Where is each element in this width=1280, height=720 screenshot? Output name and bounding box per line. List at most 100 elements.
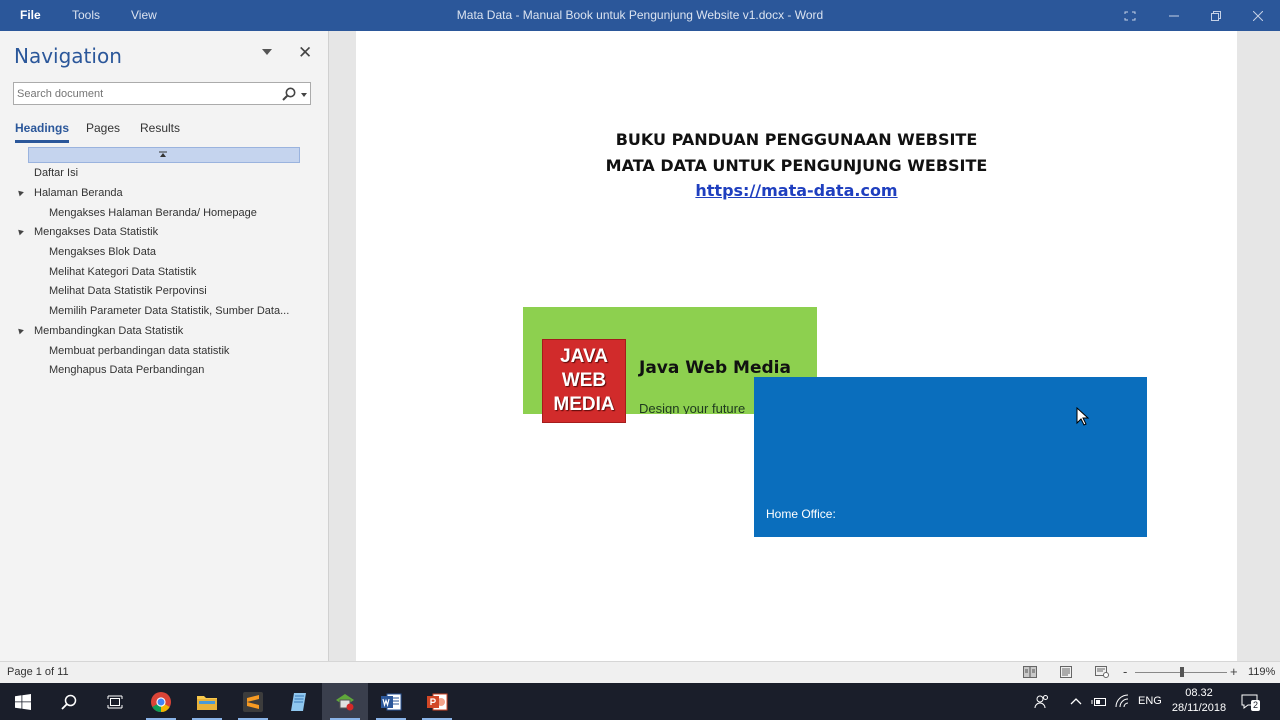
zoom-slider-thumb[interactable]: [1180, 667, 1184, 677]
restore-button[interactable]: [1194, 0, 1238, 31]
notification-badge: 2: [1251, 700, 1260, 711]
close-icon: [1253, 10, 1263, 21]
search-icon[interactable]: [282, 87, 296, 101]
print-layout-icon[interactable]: [1059, 666, 1073, 678]
tagline: Design your future: [639, 401, 746, 414]
clock-time: 08.32: [1185, 687, 1213, 699]
mouse-cursor-icon: [1076, 407, 1090, 426]
tab-headings[interactable]: Headings: [15, 121, 70, 143]
heading-label: Menghapus Data Perbandingan: [49, 364, 205, 376]
window-title: Mata Data - Manual Book untuk Pengunjung…: [456, 8, 824, 22]
website-link[interactable]: https://mata-data.com: [356, 181, 1237, 200]
website-link-text[interactable]: https://mata-data.com: [695, 181, 897, 200]
search-input[interactable]: [17, 86, 277, 102]
document-area[interactable]: BUKU PANDUAN PENGGUNAAN WEBSITE MATA DAT…: [330, 31, 1280, 661]
fullscreen-button[interactable]: [1108, 0, 1152, 31]
read-mode-icon[interactable]: [1023, 666, 1037, 678]
heading-item-melihat-kategori[interactable]: Melihat Kategori Data Statistik: [49, 266, 196, 278]
taskbar-notepad-app[interactable]: [276, 683, 322, 720]
taskbar: ENG 08.32 28/11/2018 2: [0, 683, 1280, 720]
powerpoint-icon: [427, 693, 448, 710]
jump-to-beginning-button[interactable]: [28, 147, 300, 163]
taskbar-word[interactable]: [368, 683, 414, 720]
heading-item-menghapus-perbandingan[interactable]: Menghapus Data Perbandingan: [49, 364, 204, 376]
word-icon: [381, 693, 402, 710]
tab-pages[interactable]: Pages: [86, 121, 120, 135]
navigation-pane: Navigation ✕ Headings Pages Results Daft…: [0, 31, 329, 661]
company-name: Java Web Media: [639, 358, 791, 378]
heading-label: Mengakses Halaman Beranda/ Homepage: [49, 207, 257, 219]
task-view-button[interactable]: [92, 683, 138, 720]
collapse-triangle-icon[interactable]: [16, 227, 24, 236]
collapse-triangle-icon[interactable]: [16, 188, 24, 197]
logo-line-web: WEB: [561, 370, 607, 391]
close-button[interactable]: [1236, 0, 1280, 31]
notification-center-button[interactable]: 2: [1240, 692, 1260, 712]
clock[interactable]: 08.32 28/11/2018: [1164, 686, 1234, 716]
page-count[interactable]: Page 1 of 11: [7, 666, 69, 678]
chrome-icon: [151, 691, 171, 712]
collapse-triangle-icon[interactable]: [16, 326, 24, 335]
taskbar-sublime-text[interactable]: [230, 683, 276, 720]
folder-icon: [197, 695, 217, 710]
logo-line-media: MEDIA: [553, 394, 615, 415]
heading-item-mengakses-halaman-beranda[interactable]: Mengakses Halaman Beranda/ Homepage: [49, 207, 257, 219]
logo-line-java: JAVA: [560, 346, 608, 367]
zoom-level[interactable]: 119%: [1248, 666, 1275, 678]
zoom-in-button[interactable]: +: [1230, 664, 1238, 679]
battery-icon[interactable]: [1091, 695, 1107, 709]
heading-item-mengakses-data-statistik[interactable]: Mengakses Data Statistik: [34, 226, 158, 238]
title-bar: File Tools View Mata Data - Manual Book …: [0, 0, 1280, 31]
web-layout-icon[interactable]: [1095, 666, 1109, 678]
document-title-line2: MATA DATA UNTUK PENGUNJUNG WEBSITE: [605, 156, 988, 175]
chevron-down-icon[interactable]: [262, 49, 272, 55]
heading-label: Mengakses Blok Data: [49, 246, 156, 258]
navigation-title: Navigation: [14, 44, 122, 68]
recording-app-icon: [336, 693, 354, 710]
heading-label: Halaman Beranda: [34, 187, 123, 199]
chevron-up-icon[interactable]: [1070, 697, 1082, 705]
taskbar-chrome[interactable]: [138, 683, 184, 720]
language-indicator[interactable]: ENG: [1138, 695, 1162, 707]
search-options-chevron-icon[interactable]: [301, 93, 307, 97]
tab-results[interactable]: Results: [140, 121, 180, 135]
taskbar-recording-app[interactable]: [322, 683, 368, 720]
heading-label: Membuat perbandingan data statistik: [49, 345, 230, 357]
document-title-line1: BUKU PANDUAN PENGGUNAAN WEBSITE: [615, 130, 978, 149]
minimize-icon: [1169, 15, 1179, 16]
home-office-label: Home Office:: [766, 507, 836, 521]
clock-date: 28/11/2018: [1171, 702, 1227, 714]
heading-item-memilih-parameter[interactable]: Memilih Parameter Data Statistik, Sumber…: [49, 305, 289, 317]
restore-icon: [1211, 10, 1221, 21]
fullscreen-icon: [1124, 11, 1136, 20]
heading-label: Memilih Parameter Data Statistik, Sumber…: [49, 305, 290, 317]
task-view-icon: [107, 695, 123, 708]
taskbar-powerpoint[interactable]: [414, 683, 460, 720]
heading-label: Melihat Kategori Data Statistik: [49, 266, 197, 278]
search-icon: [61, 694, 77, 710]
minimize-button[interactable]: [1152, 0, 1196, 31]
heading-item-membuat-perbandingan[interactable]: Membuat perbandingan data statistik: [49, 345, 229, 357]
heading-label: Membandingkan Data Statistik: [34, 325, 184, 337]
start-button[interactable]: [0, 683, 46, 720]
zoom-out-button[interactable]: -: [1123, 664, 1127, 679]
heading-item-daftar-isi[interactable]: Daftar Isi: [34, 167, 78, 179]
windows-logo-icon: [15, 693, 31, 710]
heading-item-mengakses-blok-data[interactable]: Mengakses Blok Data: [49, 246, 156, 258]
close-icon[interactable]: ✕: [298, 43, 312, 63]
taskbar-file-explorer[interactable]: [184, 683, 230, 720]
document-page[interactable]: BUKU PANDUAN PENGGUNAAN WEBSITE MATA DAT…: [356, 31, 1237, 661]
heading-label: Melihat Data Statistik Perpovinsi: [49, 285, 207, 297]
jump-to-top-icon: [159, 151, 167, 157]
heading-item-melihat-perprovinsi[interactable]: Melihat Data Statistik Perpovinsi: [49, 285, 207, 297]
wifi-icon[interactable]: [1114, 694, 1130, 708]
heading-item-membandingkan[interactable]: Membandingkan Data Statistik: [34, 325, 183, 337]
notepad-icon: [291, 692, 306, 711]
java-web-media-logo: JAVA WEB MEDIA: [542, 339, 626, 423]
heading-label: Daftar Isi: [34, 167, 79, 179]
heading-item-halaman-beranda[interactable]: Halaman Beranda: [34, 187, 123, 199]
status-bar: Page 1 of 11 - + 119%: [0, 661, 1280, 683]
taskbar-search-button[interactable]: [46, 683, 92, 720]
search-box: [13, 82, 311, 105]
people-icon[interactable]: [1034, 694, 1050, 710]
